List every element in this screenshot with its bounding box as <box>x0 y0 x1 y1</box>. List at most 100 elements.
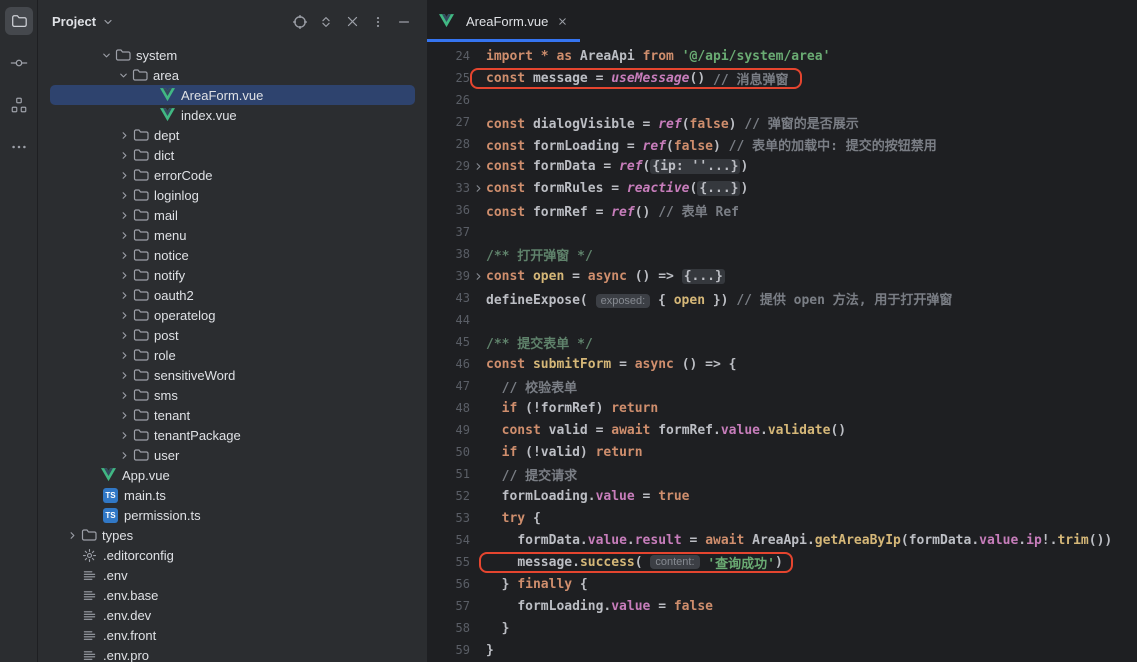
code-text[interactable]: formLoading.value = false <box>486 599 713 614</box>
project-panel-title[interactable]: Project <box>52 14 96 29</box>
code-text[interactable]: const submitForm = async () => { <box>486 357 737 372</box>
code-text[interactable]: try { <box>486 511 541 526</box>
code-text[interactable]: const formLoading = ref(false) // 表单的加载中… <box>486 135 937 154</box>
tree-item-sms[interactable]: sms <box>50 385 415 405</box>
code-line-55[interactable]: 55 message.success( content: '查询成功') <box>427 551 1137 573</box>
chevron-right-icon[interactable] <box>116 187 133 203</box>
tree-item-sensitiveword[interactable]: sensitiveWord <box>50 365 415 385</box>
tree-item-oauth2[interactable]: oauth2 <box>50 285 415 305</box>
tree-item--editorconfig[interactable]: .editorconfig <box>50 545 415 565</box>
tree-item-area[interactable]: area <box>50 65 415 85</box>
tree-item--env-base[interactable]: .env.base <box>50 585 415 605</box>
tree-item-mail[interactable]: mail <box>50 205 415 225</box>
tree-item-notice[interactable]: notice <box>50 245 415 265</box>
code-text[interactable]: /** 打开弹窗 */ <box>486 245 593 264</box>
chevron-right-icon[interactable] <box>116 447 133 463</box>
chevron-right-icon[interactable] <box>116 327 133 343</box>
code-line-54[interactable]: 54 formData.value.result = await AreaApi… <box>427 529 1137 551</box>
code-line-25[interactable]: 25const message = useMessage() // 消息弹窗 <box>427 67 1137 89</box>
chevron-down-icon[interactable] <box>115 67 132 83</box>
tree-item-post[interactable]: post <box>50 325 415 345</box>
code-line-43[interactable]: 43defineExpose( exposed: { open }) // 提供… <box>427 287 1137 309</box>
code-line-53[interactable]: 53 try { <box>427 507 1137 529</box>
tree-item--env-front[interactable]: .env.front <box>50 625 415 645</box>
code-line-52[interactable]: 52 formLoading.value = true <box>427 485 1137 507</box>
chevron-right-icon[interactable] <box>116 407 133 423</box>
chevron-right-icon[interactable] <box>116 127 133 143</box>
tree-item-index-vue[interactable]: index.vue <box>50 105 415 125</box>
structure-icon[interactable] <box>5 91 33 119</box>
chevron-right-icon[interactable] <box>116 247 133 263</box>
chevron-right-icon[interactable] <box>116 147 133 163</box>
code-text[interactable]: } finally { <box>486 577 588 592</box>
code-editor[interactable]: 24import * as AreaApi from '@/api/system… <box>427 43 1137 662</box>
code-text[interactable]: } <box>486 643 494 658</box>
tree-item-tenantpackage[interactable]: tenantPackage <box>50 425 415 445</box>
code-text[interactable]: /** 提交表单 */ <box>486 333 593 352</box>
tree-item-main-ts[interactable]: TSmain.ts <box>50 485 415 505</box>
code-text[interactable]: const dialogVisible = ref(false) // 弹窗的是… <box>486 113 859 132</box>
code-line-28[interactable]: 28const formLoading = ref(false) // 表单的加… <box>427 133 1137 155</box>
code-line-46[interactable]: 46const submitForm = async () => { <box>427 353 1137 375</box>
tree-item-app-vue[interactable]: App.vue <box>50 465 415 485</box>
chevron-down-icon[interactable] <box>102 16 114 28</box>
code-line-33[interactable]: 33const formRules = reactive({...}) <box>427 177 1137 199</box>
code-text[interactable]: import * as AreaApi from '@/api/system/a… <box>486 49 830 64</box>
code-line-26[interactable]: 26 <box>427 89 1137 111</box>
chevron-right-icon[interactable] <box>116 287 133 303</box>
code-line-45[interactable]: 45/** 提交表单 */ <box>427 331 1137 353</box>
more-tools-icon[interactable] <box>5 133 33 161</box>
code-text[interactable]: const valid = await formRef.value.valida… <box>486 423 846 438</box>
fold-chevron-icon[interactable] <box>470 271 486 282</box>
tab-areaform-vue[interactable]: AreaForm.vue <box>427 0 580 42</box>
code-text[interactable]: formData.value.result = await AreaApi.ge… <box>486 533 1112 548</box>
commit-icon[interactable] <box>5 49 33 77</box>
chevron-right-icon[interactable] <box>116 267 133 283</box>
code-line-38[interactable]: 38/** 打开弹窗 */ <box>427 243 1137 265</box>
tree-item--env-pro[interactable]: .env.pro <box>50 645 415 662</box>
code-line-36[interactable]: 36const formRef = ref() // 表单 Ref <box>427 199 1137 221</box>
code-line-47[interactable]: 47 // 校验表单 <box>427 375 1137 397</box>
code-text[interactable]: if (!valid) return <box>486 445 643 460</box>
chevron-right-icon[interactable] <box>116 227 133 243</box>
code-line-39[interactable]: 39const open = async () => {...} <box>427 265 1137 287</box>
collapse-all-icon[interactable] <box>339 9 365 35</box>
tree-item-permission-ts[interactable]: TSpermission.ts <box>50 505 415 525</box>
tree-item-tenant[interactable]: tenant <box>50 405 415 425</box>
code-line-51[interactable]: 51 // 提交请求 <box>427 463 1137 485</box>
code-line-59[interactable]: 59} <box>427 639 1137 661</box>
code-text[interactable]: if (!formRef) return <box>486 401 658 416</box>
code-line-37[interactable]: 37 <box>427 221 1137 243</box>
options-kebab-icon[interactable] <box>365 9 391 35</box>
tree-item--env-dev[interactable]: .env.dev <box>50 605 415 625</box>
code-text[interactable]: const formRules = reactive({...}) <box>486 181 748 196</box>
fold-chevron-icon[interactable] <box>470 183 486 194</box>
code-line-58[interactable]: 58 } <box>427 617 1137 639</box>
code-text[interactable]: } <box>486 621 509 636</box>
code-line-50[interactable]: 50 if (!valid) return <box>427 441 1137 463</box>
tree-item--env[interactable]: .env <box>50 565 415 585</box>
locate-opened-file-icon[interactable] <box>287 9 313 35</box>
code-text[interactable]: const formData = ref({ip: ''...}) <box>486 159 748 174</box>
code-line-56[interactable]: 56 } finally { <box>427 573 1137 595</box>
chevron-right-icon[interactable] <box>116 347 133 363</box>
highlighted-code[interactable]: message.success( content: '查询成功') <box>479 552 793 573</box>
tree-item-system[interactable]: system <box>50 45 415 65</box>
tree-item-areaform-vue[interactable]: AreaForm.vue <box>50 85 415 105</box>
tree-item-types[interactable]: types <box>50 525 415 545</box>
close-icon[interactable] <box>555 14 570 29</box>
tree-item-dept[interactable]: dept <box>50 125 415 145</box>
code-line-24[interactable]: 24import * as AreaApi from '@/api/system… <box>427 45 1137 67</box>
chevron-right-icon[interactable] <box>116 207 133 223</box>
tree-item-notify[interactable]: notify <box>50 265 415 285</box>
code-text[interactable]: const open = async () => {...} <box>486 269 725 284</box>
tree-item-role[interactable]: role <box>50 345 415 365</box>
chevron-right-icon[interactable] <box>116 427 133 443</box>
tree-item-operatelog[interactable]: operatelog <box>50 305 415 325</box>
expand-collapse-icon[interactable] <box>313 9 339 35</box>
tree-item-dict[interactable]: dict <box>50 145 415 165</box>
code-text[interactable]: // 提交请求 <box>486 465 577 484</box>
code-line-27[interactable]: 27const dialogVisible = ref(false) // 弹窗… <box>427 111 1137 133</box>
tree-item-user[interactable]: user <box>50 445 415 465</box>
code-text[interactable]: const formRef = ref() // 表单 Ref <box>486 201 739 220</box>
